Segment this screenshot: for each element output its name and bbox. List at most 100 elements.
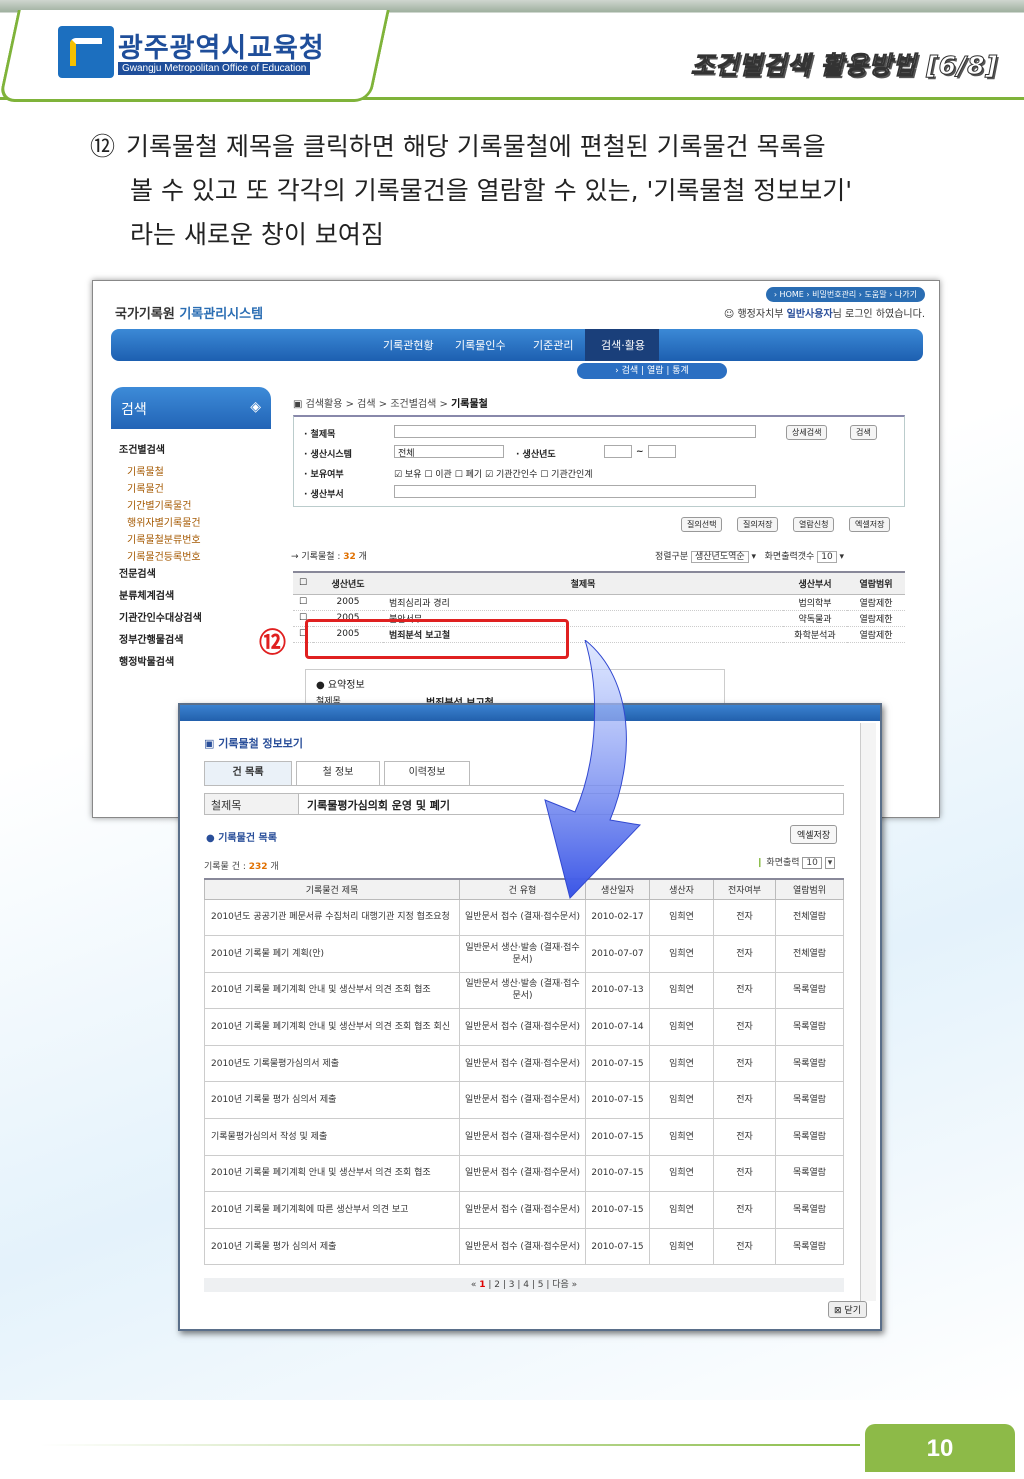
hold-options[interactable]: ☑ 보유 ☐ 이관 ☐ 폐기 ☑ 기관간인수 ☐ 기관간인계 [394, 467, 593, 480]
cell-title[interactable]: 2010년 기록물 평가 심의서 제출 [204, 1081, 460, 1120]
nav-item-acquire[interactable]: 기록물인수 [455, 337, 506, 353]
view-request-button[interactable]: 열람신청 [793, 517, 835, 532]
table-row[interactable]: 2010년 기록물 폐기 계획(안) 일반문서 생산·발송 (결재·접수문서) 20… [204, 935, 844, 973]
sidebar-item[interactable]: 기록물철분류번호 [111, 531, 261, 548]
summary-label-text: 요약정보 [327, 680, 365, 691]
cell-title[interactable]: 2010년 기록물 폐기계획 안내 및 생산부서 의견 조회 협조 [204, 1154, 460, 1193]
hold-label: · 보유여부 [304, 470, 344, 480]
table-row[interactable]: 2010년 기록물 폐기계획 안내 및 생산부서 의견 조회 협조 일반문서 접수… [204, 1154, 844, 1193]
sidebar-item[interactable]: 조건별검색 [111, 441, 261, 463]
page-link[interactable]: 5 [538, 1280, 544, 1290]
sidebar-title-text: 검색 [121, 402, 147, 418]
system-select[interactable]: 전체 [394, 445, 504, 459]
per-page-select[interactable]: 10 [817, 551, 837, 563]
popup-scrollbar[interactable] [860, 723, 876, 1301]
cell-elec: 전자 [713, 1118, 776, 1156]
detail-search-button[interactable]: 상세검색 [786, 425, 828, 440]
nav-item-search[interactable]: 검색·활용 [601, 337, 645, 353]
cell-elec: 전자 [713, 1227, 776, 1266]
table-row[interactable]: 기록물평가심의서 작성 및 제출 일반문서 접수 (결재·접수문서) 2010-07… [204, 1118, 844, 1156]
sort-select[interactable]: 생산년도역순 [691, 551, 749, 563]
tab-item-list[interactable]: 건 목록 [204, 761, 292, 785]
page-link[interactable]: 4 [523, 1280, 529, 1290]
year-label: · 생산년도 [516, 450, 556, 460]
sidebar-item[interactable]: 분류체계검색 [111, 587, 261, 609]
item-count-value: 232 [248, 862, 268, 872]
next-page-button[interactable]: 다음 [552, 1280, 569, 1290]
sidebar-item[interactable]: 정부간행물검색 [111, 631, 261, 653]
nav-item-standard[interactable]: 기준관리 [533, 337, 573, 353]
cell-title[interactable]: 2010년 기록물 폐기계획에 따른 생산부서 의견 보고 [204, 1191, 460, 1229]
last-page-icon[interactable]: » [569, 1280, 578, 1290]
title-label: · 철제목 [304, 430, 336, 440]
cell-dept: 법의학부 [783, 594, 847, 611]
footer-rule [40, 1444, 860, 1446]
col-item-access[interactable]: 열람범위 [775, 878, 844, 900]
query-save-button[interactable]: 질의저장 [737, 517, 779, 532]
nav-item-status[interactable]: 기록관현황 [383, 337, 434, 353]
col-electronic[interactable]: 전자여부 [713, 878, 776, 900]
first-page-icon[interactable]: « [471, 1280, 479, 1290]
table-row[interactable]: 2010년도 기록물평가심의서 제출 일반문서 접수 (결재·접수문서) 2010-… [204, 1044, 844, 1083]
cell-date: 2010-07-15 [585, 1081, 650, 1120]
col-item-title[interactable]: 기록물건 제목 [204, 878, 460, 900]
step-description: ⑫ 기록물철 제목을 클릭하면 해당 기록물철에 편철된 기록물건 목록을 볼 수… [90, 125, 940, 257]
table-row[interactable]: 2010년 기록물 평가 심의서 제출 일반문서 접수 (결재·접수문서) 2010… [204, 1227, 844, 1266]
chevron-down-icon[interactable]: ▾ [824, 857, 836, 869]
page-title: 조건별검색 활용방법 [6/8] [690, 51, 998, 81]
table-row[interactable]: 2010년 기록물 폐기계획 안내 및 생산부서 의견 조회 협조 일반문서 생산… [204, 971, 844, 1010]
tab-history[interactable]: 이력정보 [384, 761, 470, 785]
search-button[interactable]: 검색 [850, 425, 877, 440]
col-access[interactable]: 열람범위 [847, 571, 905, 595]
sidebar-item[interactable]: 기간별기록물건 [111, 497, 261, 514]
table-row[interactable]: 2010년도 공공기관 폐문서류 수집처리 대행기관 지정 협조요청 일반문서 접… [204, 898, 844, 937]
query-select-button[interactable]: 질의선택 [681, 517, 723, 532]
sidebar-item[interactable]: 행위자별기록물건 [111, 514, 261, 531]
excel-save-button[interactable]: 엑셀저장 [849, 517, 891, 532]
col-dept[interactable]: 생산부서 [783, 571, 847, 595]
cell-title[interactable]: 기록물평가심의서 작성 및 제출 [204, 1118, 460, 1156]
cell-title[interactable]: 2010년 기록물 폐기계획 안내 및 생산부서 의견 조회 협조 [204, 971, 460, 1010]
cell-title[interactable]: 2010년 기록물 폐기계획 안내 및 생산부서 의견 조회 협조 회신 [204, 1008, 460, 1046]
cell-access: 목록열람 [775, 1118, 844, 1156]
page-link[interactable]: 1 [479, 1280, 485, 1290]
title-input[interactable] [394, 425, 756, 438]
summary-label: ● 요약정보 [316, 680, 365, 691]
popup-excel-button[interactable]: 엑셀저장 [790, 825, 838, 844]
year-to-input[interactable] [648, 445, 676, 458]
popup-per-page-select[interactable]: 10 [802, 857, 822, 869]
col-title[interactable]: 철제목 [383, 571, 783, 595]
per-page-label: 화면출력갯수 [764, 552, 815, 562]
tab-cheol-info[interactable]: 철 정보 [296, 761, 380, 785]
sidebar-item[interactable]: 기록물건 [111, 480, 261, 497]
sub-nav[interactable]: › 검색 | 열람 | 통계 [577, 363, 727, 379]
cell-elec: 전자 [713, 1081, 776, 1120]
cell-title[interactable]: 2010년 기록물 폐기 계획(안) [204, 935, 460, 973]
cell-title[interactable]: 2010년 기록물 평가 심의서 제출 [204, 1227, 460, 1266]
cell-title[interactable]: 2010년도 기록물평가심의서 제출 [204, 1044, 460, 1083]
sidebar-item[interactable]: 기록물철 [111, 463, 261, 480]
cheol-title-value: 기록물평가심의회 운영 및 폐기 [307, 799, 451, 812]
row-checkbox[interactable]: ☐ [293, 594, 313, 611]
sidebar-item[interactable]: 기관간인수대상검색 [111, 609, 261, 631]
col-year[interactable]: 생산년도 [313, 571, 383, 595]
sidebar-item[interactable]: 행정박물검색 [111, 653, 261, 675]
cell-author: 임희연 [649, 935, 714, 973]
year-from-input[interactable] [604, 445, 632, 458]
page-link[interactable]: 3 [509, 1280, 515, 1290]
table-row[interactable]: 2010년 기록물 폐기계획 안내 및 생산부서 의견 조회 협조 회신 일반문서… [204, 1008, 844, 1046]
close-button[interactable]: ⊠ 닫기 [828, 1301, 867, 1318]
sidebar-item[interactable]: 기록물건등록번호 [111, 548, 261, 565]
select-all-checkbox[interactable]: ☐ [293, 571, 313, 595]
table-row[interactable]: 2010년 기록물 평가 심의서 제출 일반문서 접수 (결재·접수문서) 2010… [204, 1081, 844, 1120]
cell-title[interactable]: 범죄심리과 경리 [383, 594, 783, 611]
dept-input[interactable] [394, 485, 756, 498]
table-row[interactable]: ☐ 2005 범죄심리과 경리 법의학부 열람제한 [293, 594, 905, 611]
flow-arrow-icon [544, 640, 642, 899]
sidebar-item[interactable]: 전문검색 [111, 565, 261, 587]
cell-title[interactable]: 2010년도 공공기관 폐문서류 수집처리 대행기관 지정 협조요청 [204, 898, 460, 937]
top-links[interactable]: › HOME › 비밀번호관리 › 도움말 › 나가기 [765, 287, 925, 302]
table-row[interactable]: 2010년 기록물 폐기계획에 따른 생산부서 의견 보고 일반문서 접수 (결재… [204, 1191, 844, 1229]
user-info: ☺ 행정자치부 일반사용자님 로그인 하였습니다. [723, 309, 925, 320]
page-link[interactable]: 2 [494, 1280, 500, 1290]
